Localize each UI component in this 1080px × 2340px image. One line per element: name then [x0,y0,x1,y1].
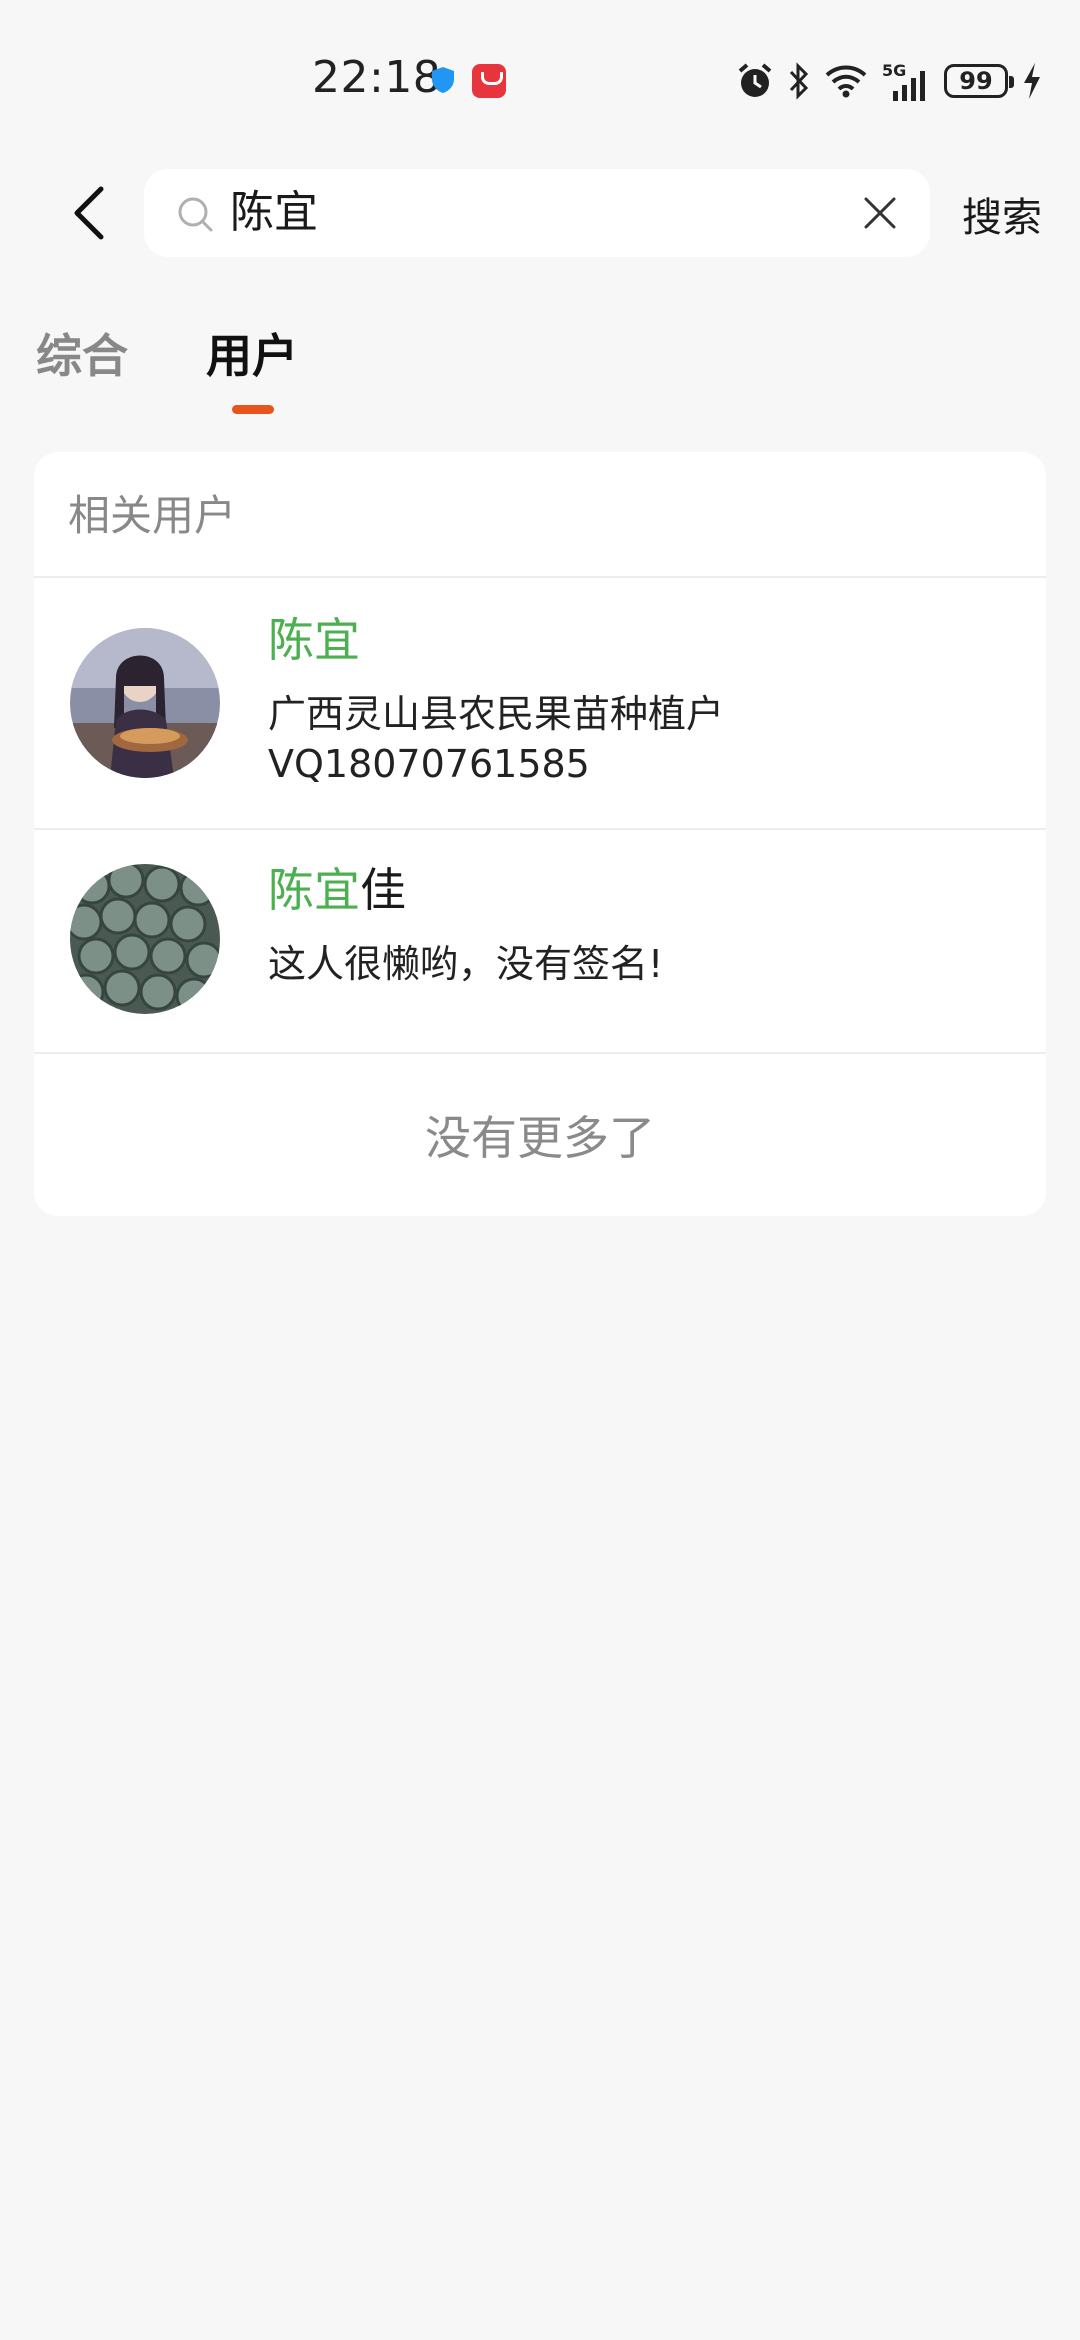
battery-level: 99 [959,67,993,95]
user-list-item[interactable]: 陈宜佳 这人很懒哟，没有签名! [34,830,1046,1052]
search-header: 搜索 [0,165,1080,261]
user-name: 陈宜 [268,613,360,667]
avatar-photo [70,864,220,1014]
chevron-left-icon [74,186,104,240]
wifi-icon [825,65,867,98]
user-name: 陈宜佳 [268,863,406,917]
back-button[interactable] [56,179,120,247]
search-box[interactable] [144,169,930,257]
signal-icon: 5G [882,61,930,101]
user-description: 广西灵山县农民果苗种植户 [268,692,725,736]
charging-icon [1024,63,1040,99]
tab-users[interactable]: 用户 [206,320,298,386]
no-more-text: 没有更多了 [425,1111,655,1165]
divider [34,1052,1046,1054]
search-button[interactable]: 搜索 [962,185,1042,243]
user-list-item[interactable]: 陈宜 广西灵山县农民果苗种植户 VQ18070761585 [34,578,1046,828]
search-icon [178,197,213,232]
clear-search-button[interactable] [854,187,906,239]
user-description: 这人很懒哟，没有签名! [268,942,664,986]
search-input[interactable] [230,183,790,243]
battery-icon: 99 [944,64,1014,98]
shield-icon [432,67,454,93]
avatar [70,864,220,1014]
search-results-screen: 22:18 5G 99 陈宜 搜索 综合 用户 相关用户 陈宜 广西灵山县农民果… [0,0,1080,2340]
avatar-photo [70,628,220,778]
tab-all[interactable]: 综合 [36,320,128,386]
bluetooth-icon [789,62,809,100]
status-icons: 5G 99 [736,56,1042,106]
alarm-icon [738,63,772,97]
active-tab-indicator [232,405,274,414]
status-time: 22:18 [312,52,442,103]
avatar [70,628,220,778]
user-id: VQ18070761585 [268,742,590,786]
related-users-card: 相关用户 陈宜 广西灵山县农民果苗种植户 VQ18070761585 陈宜佳 这… [34,452,1046,1216]
app-icon [472,64,506,98]
result-tabs: 综合 用户 [0,320,1080,420]
section-title: 相关用户 [68,491,237,540]
close-icon [864,197,896,229]
status-bar: 22:18 5G 99 [0,0,1080,130]
